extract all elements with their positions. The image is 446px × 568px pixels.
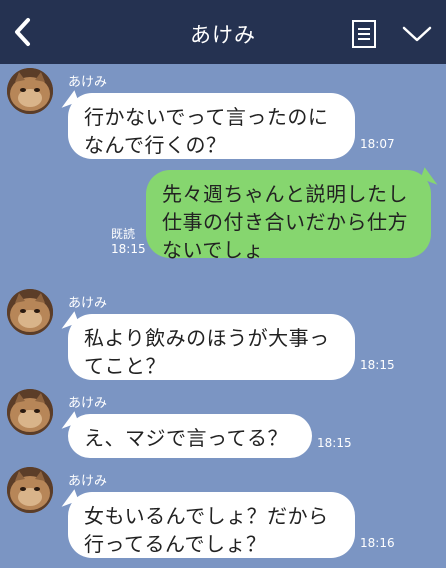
message-bubble-outgoing[interactable]: 先々週ちゃんと説明したし 仕事の付き合いだから仕方 ないでしょ [146,170,431,262]
sender-name: あけみ [68,75,108,90]
read-label: 既読 [111,227,136,241]
message-bubble-incoming[interactable]: 行かないでって言ったのに なんで行くの？ [68,93,355,159]
cat-avatar-icon [7,289,53,335]
cat-avatar-icon [7,68,53,114]
dropdown-button[interactable] [400,22,434,46]
avatar[interactable] [7,289,53,335]
message-bubble-incoming[interactable]: え、マジで言ってる？ [68,414,312,458]
chat-title: あけみ [190,23,256,47]
avatar[interactable] [7,68,53,114]
message-time: 18:07 [360,137,395,151]
message-bubble-incoming[interactable]: 私より飲みのほうが大事っ てこと？ [68,314,355,380]
message-time: 18:15 [360,358,395,372]
chevron-down-icon [402,26,432,42]
sender-name: あけみ [68,296,108,311]
avatar[interactable] [7,467,53,513]
message-time: 18:15 [317,436,352,450]
cat-avatar-icon [7,467,53,513]
note-menu-button[interactable] [350,19,378,49]
message-time: 18:16 [360,536,395,550]
chat-header: あけみ [0,0,446,64]
message-bubble-incoming[interactable]: 女もいるんでしょ？だから 行ってるんでしょ？ [68,492,355,558]
sender-name: あけみ [68,396,108,411]
read-receipt: 既読 18:15 [111,227,146,257]
avatar[interactable] [7,389,53,435]
note-icon [352,20,376,48]
message-time: 18:15 [111,242,146,256]
cat-avatar-icon [7,389,53,435]
sender-name: あけみ [68,474,108,489]
